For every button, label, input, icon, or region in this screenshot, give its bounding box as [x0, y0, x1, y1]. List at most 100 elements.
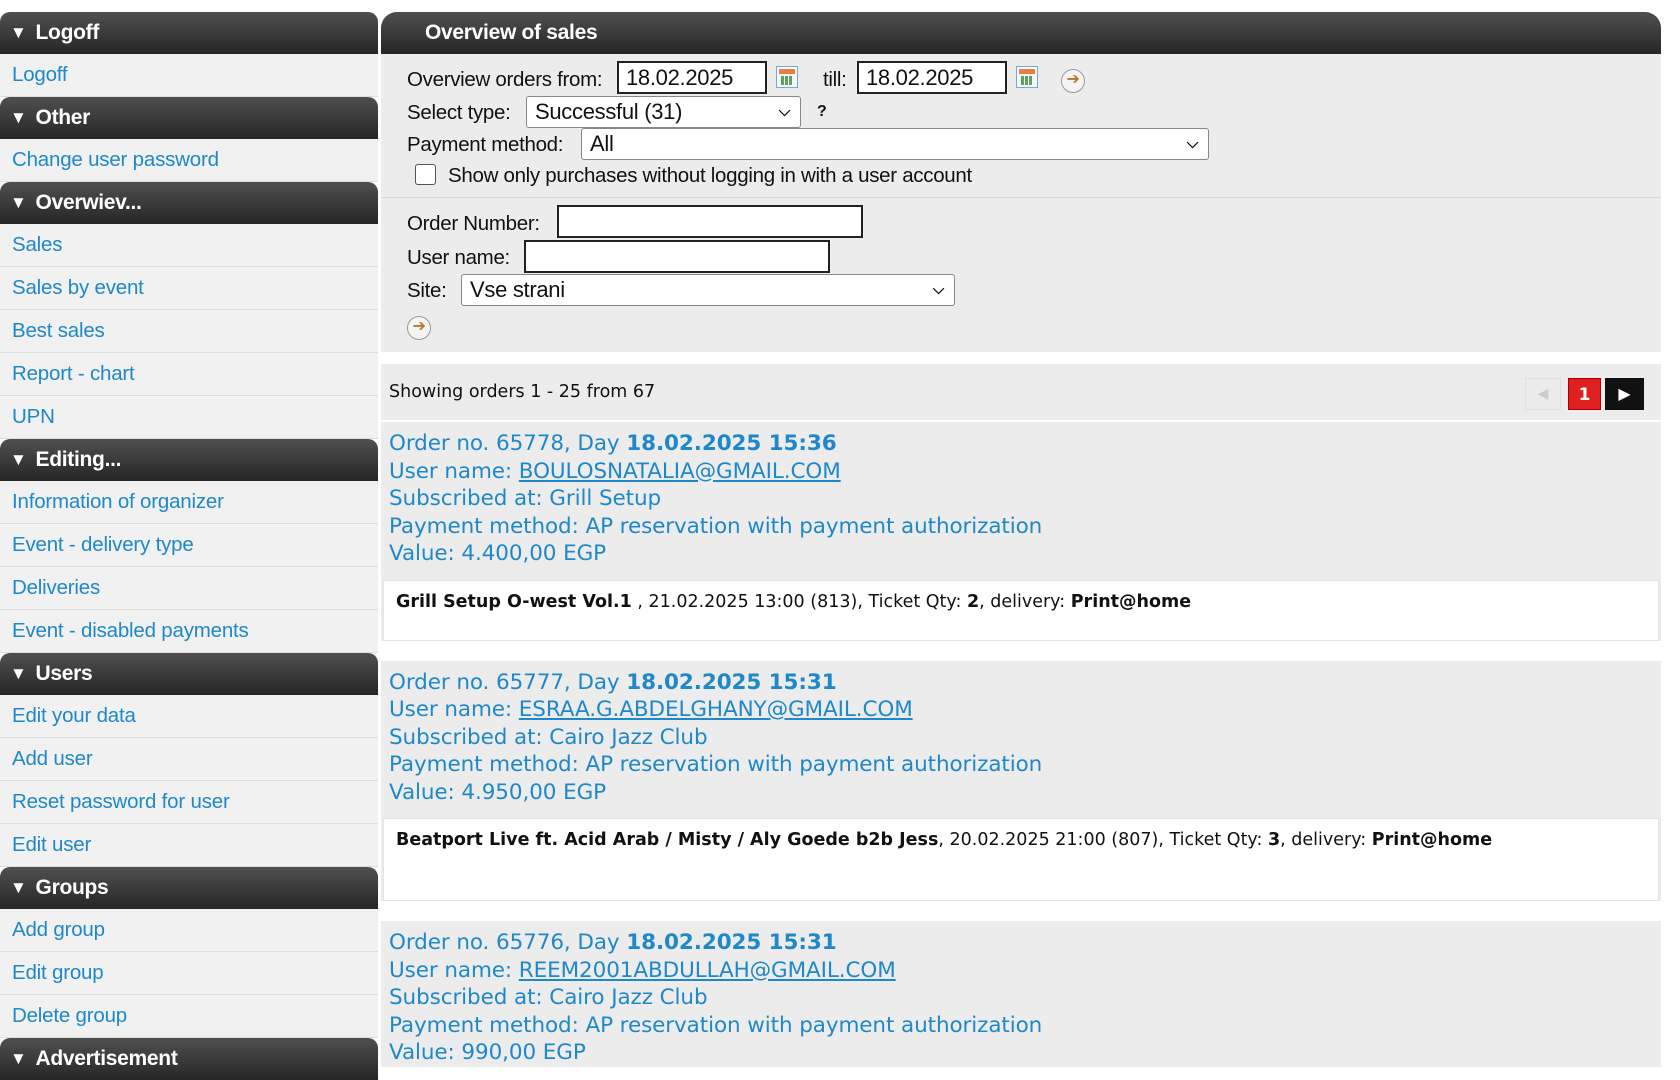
order-number: Order no. 65777, Day: [389, 669, 627, 695]
section-title: Editing...: [35, 448, 122, 471]
date-from-input[interactable]: 18.02.2025: [617, 61, 767, 94]
pager-current-page[interactable]: 1: [1568, 378, 1601, 410]
site-select-value: Vse strani: [470, 277, 565, 302]
sidebar-item-deliveries[interactable]: Deliveries: [0, 567, 378, 610]
section-title: Advertisement: [35, 1047, 178, 1070]
site-select[interactable]: Vse strani ⌵: [461, 274, 955, 306]
payment-select-value: All: [590, 131, 614, 156]
order-title: Order no. 65777, Day 18.02.2025 15:31: [389, 669, 1653, 697]
order-detail: Grill Setup O-west Vol.1 , 21.02.2025 13…: [383, 579, 1659, 641]
event-info: , 20.02.2025 21:00 (807), Ticket Qty:: [938, 830, 1268, 850]
delivery-label: , delivery:: [1280, 830, 1372, 850]
event-name: Beatport Live ft. Acid Arab / Misty / Al…: [396, 830, 939, 850]
order-value: Value: 990,00 EGP: [389, 1040, 586, 1065]
sidebar-item-best-sales[interactable]: Best sales: [0, 310, 378, 353]
order-block: Order no. 65777, Day 18.02.2025 15:31 Us…: [381, 660, 1661, 901]
payment-method-select[interactable]: All ⌵: [581, 128, 1209, 160]
section-header-other[interactable]: ▼ Other: [0, 97, 378, 139]
sidebar-item-sales[interactable]: Sales: [0, 224, 378, 267]
sidebar-item-delete-group[interactable]: Delete group: [0, 995, 378, 1038]
user-name-label: User name:: [407, 246, 510, 269]
user-email-link[interactable]: BOULOSNATALIA@GMAIL.COM: [519, 459, 841, 484]
ticket-qty: 2: [966, 591, 980, 612]
order-subscribed: Subscribed at: Grill Setup: [389, 486, 662, 511]
ticket-qty: 3: [1267, 830, 1281, 850]
calendar-icon[interactable]: [776, 66, 798, 88]
sidebar-item-add-user[interactable]: Add user: [0, 738, 378, 781]
sidebar-item-edit-group[interactable]: Edit group: [0, 952, 378, 995]
date-till-input[interactable]: 18.02.2025: [857, 61, 1007, 94]
order-payment: Payment method: AP reservation with paym…: [389, 1012, 1043, 1038]
order-number: Order no. 65776, Day: [389, 930, 627, 955]
sidebar-item-change-password[interactable]: Change user password: [0, 139, 378, 182]
help-icon[interactable]: ?: [817, 103, 827, 121]
sidebar-item-sales-by-event[interactable]: Sales by event: [0, 267, 378, 310]
order-value: Value: 4.950,00 EGP: [389, 779, 607, 805]
order-payment: Payment method: AP reservation with paym…: [389, 513, 1043, 539]
user-email-link[interactable]: REEM2001ABDULLAH@GMAIL.COM: [519, 958, 896, 983]
orders-summary-bar: Showing orders 1 - 25 from 67 ◀ 1 ▶: [381, 364, 1661, 420]
section-title: Logoff: [35, 21, 100, 44]
chevron-down-icon: ⌵: [932, 281, 944, 298]
section-header-advertisement[interactable]: ▼ Advertisement: [0, 1038, 378, 1080]
event-info: , 21.02.2025 13:00 (813), Ticket Qty:: [631, 591, 967, 612]
order-number-label: Order Number:: [407, 212, 540, 235]
go-arrow-icon[interactable]: ➔: [1061, 69, 1085, 93]
order-subscribed: Subscribed at: Cairo Jazz Club: [389, 985, 708, 1010]
order-datetime: 18.02.2025 15:36: [626, 431, 837, 456]
user-label: User name:: [389, 458, 519, 484]
checkbox-label: Show only purchases without logging in w…: [448, 164, 972, 187]
sidebar-item-report-chart[interactable]: Report - chart: [0, 353, 378, 396]
order-number: Order no. 65778, Day: [389, 431, 627, 456]
sidebar-item-event-delivery-type[interactable]: Event - delivery type: [0, 524, 378, 567]
order-block: Order no. 65778, Day 18.02.2025 15:36 Us…: [381, 422, 1661, 641]
section-header-overview[interactable]: ▼ Overwiev...: [0, 182, 378, 224]
order-title: Order no. 65778, Day 18.02.2025 15:36: [389, 430, 1653, 458]
order-user: User name: REEM2001ABDULLAH@GMAIL.COM: [389, 957, 1653, 985]
calendar-icon[interactable]: [1016, 66, 1038, 88]
filter-form: Overview orders from: 18.02.2025 till: 1…: [381, 54, 1661, 352]
till-label: till:: [823, 68, 847, 91]
section-title: Users: [35, 662, 93, 685]
sidebar-item-add-group[interactable]: Add group: [0, 909, 378, 952]
section-header-editing[interactable]: ▼ Editing...: [0, 439, 378, 481]
collapse-triangle-icon: ▼: [10, 878, 27, 897]
sidebar-item-edit-user[interactable]: Edit user: [0, 824, 378, 867]
search-submit-icon[interactable]: ➔: [407, 316, 431, 340]
order-user: User name: BOULOSNATALIA@GMAIL.COM: [389, 458, 1653, 486]
pager-next-button[interactable]: ▶: [1605, 378, 1644, 410]
delivery-label: , delivery:: [979, 591, 1071, 612]
main-panel: Overview of sales Overview orders from: …: [381, 12, 1661, 1067]
sidebar-item-logoff[interactable]: Logoff: [0, 54, 378, 97]
user-name-input[interactable]: [524, 240, 830, 273]
sidebar-item-upn[interactable]: UPN: [0, 396, 378, 439]
user-label: User name:: [389, 957, 519, 983]
user-email-link[interactable]: ESRAA.G.ABDELGHANY@GMAIL.COM: [519, 697, 913, 722]
collapse-triangle-icon: ▼: [10, 1049, 27, 1068]
chevron-down-icon: ⌵: [778, 103, 790, 120]
sidebar-item-edit-your-data[interactable]: Edit your data: [0, 695, 378, 738]
type-select-value: Successful (31): [535, 99, 683, 124]
order-datetime: 18.02.2025 15:31: [626, 930, 837, 955]
event-name: Grill Setup O-west Vol.1: [396, 591, 632, 612]
orders-count-text: Showing orders 1 - 25 from 67: [389, 382, 656, 402]
order-user: User name: ESRAA.G.ABDELGHANY@GMAIL.COM: [389, 696, 1653, 724]
sidebar-item-reset-password[interactable]: Reset password for user: [0, 781, 378, 824]
type-select[interactable]: Successful (31) ⌵: [526, 96, 801, 128]
section-header-users[interactable]: ▼ Users: [0, 653, 378, 695]
order-number-input[interactable]: [557, 205, 863, 238]
section-header-logoff[interactable]: ▼ Logoff: [0, 12, 378, 54]
sidebar: ▼ Logoff Logoff ▼ Other Change user passwo…: [0, 12, 378, 1080]
page-title: Overview of sales: [381, 12, 1661, 54]
sidebar-item-event-disabled-payments[interactable]: Event - disabled payments: [0, 610, 378, 653]
collapse-triangle-icon: ▼: [10, 108, 27, 127]
pager-prev-button[interactable]: ◀: [1525, 378, 1561, 410]
type-label: Select type:: [407, 101, 511, 124]
delivery-type: Print@home: [1070, 591, 1192, 612]
anonymous-purchases-checkbox[interactable]: [415, 164, 436, 185]
order-block: Order no. 65776, Day 18.02.2025 15:31 Us…: [381, 921, 1661, 1067]
collapse-triangle-icon: ▼: [10, 664, 27, 683]
order-datetime: 18.02.2025 15:31: [626, 669, 837, 695]
sidebar-item-information-of-organizer[interactable]: Information of organizer: [0, 481, 378, 524]
section-header-groups[interactable]: ▼ Groups: [0, 867, 378, 909]
